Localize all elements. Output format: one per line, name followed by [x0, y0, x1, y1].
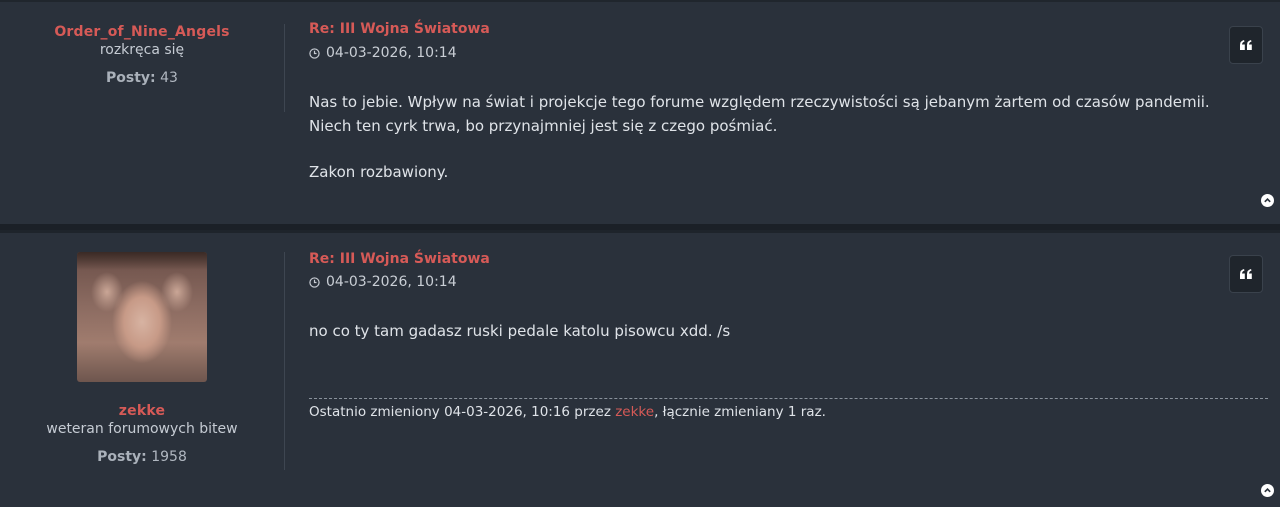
post-paragraph: Zakon rozbawiony. [309, 163, 449, 181]
quote-icon [1240, 269, 1252, 279]
quote-button[interactable] [1229, 26, 1263, 64]
post-profile: zekke weteran forumowych bitew Posty: 19… [0, 252, 284, 465]
post-content: no co ty tam gadasz ruski pedale katolu … [309, 319, 1250, 343]
back-to-top-button[interactable] [1261, 194, 1274, 207]
profile-divider [284, 252, 285, 470]
avatar[interactable] [77, 252, 207, 382]
chevron-up-icon [1264, 488, 1271, 493]
edit-notice-prefix: Ostatnio zmieniony 04-03-2026, 10:16 prz… [309, 404, 616, 420]
post-profile: Order_of_Nine_Angels rozkręca się Posty:… [0, 24, 284, 86]
post-count-value: 1958 [151, 449, 187, 465]
post-count-value: 43 [160, 70, 178, 86]
post-content: Nas to jebie. Wpływ na świat i projekcje… [309, 90, 1250, 184]
clock-icon [309, 276, 320, 288]
post-date: 04-03-2026, 10:14 [309, 274, 457, 290]
author-username[interactable]: Order_of_Nine_Angels [0, 24, 284, 40]
post-title[interactable]: Re: III Wojna Światowa [309, 251, 490, 267]
post-count-label: Posty: [97, 449, 147, 465]
author-rank: weteran forumowych bitew [46, 421, 238, 437]
author-post-count: Posty: 1958 [0, 449, 284, 465]
author-rank: rozkręca się [99, 42, 185, 58]
post-count-label: Posty: [106, 70, 156, 86]
back-to-top-button[interactable] [1261, 484, 1274, 497]
chevron-up-icon [1264, 198, 1271, 203]
edit-notice: Ostatnio zmieniony 04-03-2026, 10:16 prz… [309, 404, 826, 420]
post-paragraph: Nas to jebie. Wpływ na świat i projekcje… [309, 93, 1210, 135]
post: zekke weteran forumowych bitew Posty: 19… [0, 230, 1280, 507]
edit-notice-suffix: , łącznie zmieniany 1 raz. [654, 404, 826, 420]
post-paragraph: no co ty tam gadasz ruski pedale katolu … [309, 322, 731, 340]
edit-notice-user-link[interactable]: zekke [615, 404, 654, 420]
post: Order_of_Nine_Angels rozkręca się Posty:… [0, 0, 1280, 224]
post-title[interactable]: Re: III Wojna Światowa [309, 21, 490, 37]
profile-divider [284, 24, 285, 112]
quote-icon [1240, 40, 1252, 50]
post-date-text: 04-03-2026, 10:14 [326, 274, 457, 290]
post-date: 04-03-2026, 10:14 [309, 45, 457, 61]
quote-button[interactable] [1229, 255, 1263, 293]
author-username[interactable]: zekke [0, 403, 284, 419]
clock-icon [309, 47, 320, 59]
author-post-count: Posty: 43 [0, 70, 284, 86]
edit-separator [309, 398, 1268, 399]
post-date-text: 04-03-2026, 10:14 [326, 45, 457, 61]
